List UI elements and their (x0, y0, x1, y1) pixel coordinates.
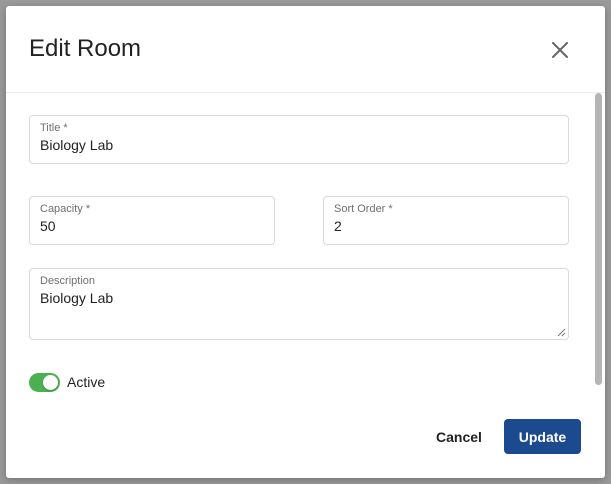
close-icon (552, 42, 568, 58)
sort-order-input[interactable]: 2 (334, 218, 342, 234)
capacity-field[interactable]: Capacity * 50 (29, 196, 275, 245)
title-label: Title * (40, 122, 68, 134)
sort-order-field[interactable]: Sort Order * 2 (323, 196, 569, 245)
description-field[interactable]: Description Biology Lab (29, 268, 569, 340)
sort-order-label: Sort Order * (334, 203, 393, 215)
resize-handle-icon[interactable] (556, 327, 566, 337)
dialog-title: Edit Room (29, 35, 142, 62)
toggle-knob (43, 375, 58, 390)
description-label: Description (40, 275, 96, 287)
title-input[interactable]: Biology Lab (40, 137, 113, 153)
cancel-button[interactable]: Cancel (422, 419, 496, 454)
close-button[interactable] (547, 37, 573, 63)
dialog-header: Edit Room (6, 6, 605, 93)
update-button[interactable]: Update (504, 419, 581, 454)
scrollbar[interactable] (595, 93, 603, 478)
capacity-label: Capacity * (40, 203, 91, 215)
scrollbar-thumb[interactable] (595, 93, 602, 385)
title-field[interactable]: Title * Biology Lab (29, 115, 569, 164)
description-textarea[interactable]: Biology Lab (40, 290, 113, 306)
active-label: Active (67, 374, 106, 390)
edit-room-dialog: Edit Room Title * Biology Lab Capacity *… (6, 6, 605, 478)
active-toggle[interactable] (29, 373, 60, 392)
capacity-input[interactable]: 50 (40, 218, 56, 234)
